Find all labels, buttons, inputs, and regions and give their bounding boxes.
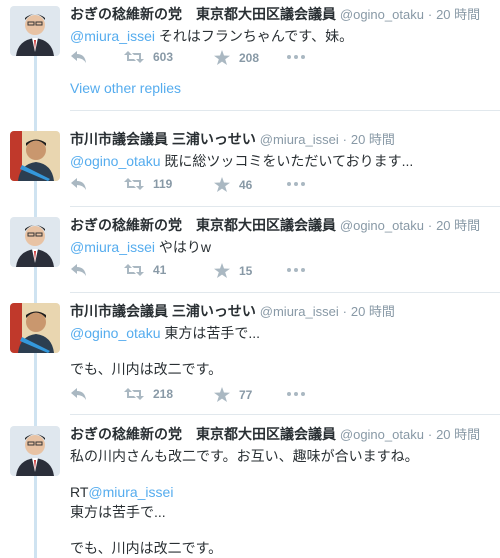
- author-name[interactable]: おぎの稔維新の党 東京都大田区議会議員: [70, 6, 336, 22]
- avatar-ogino[interactable]: [10, 426, 60, 476]
- timestamp[interactable]: 20 時間: [351, 304, 395, 319]
- mention-link[interactable]: @miura_issei: [88, 484, 173, 500]
- reply-icon: [71, 388, 86, 400]
- author-handle[interactable]: @ogino_otaku: [340, 7, 424, 22]
- more-button[interactable]: [286, 387, 306, 401]
- favorite-count: 15: [239, 263, 253, 278]
- author-name[interactable]: おぎの稔維新の党 東京都大田区議会議員: [70, 217, 336, 233]
- tweet-text-body: それはフランちゃんです、妹。: [155, 28, 354, 44]
- retweet-icon: [124, 388, 144, 400]
- retweet-button[interactable]: 119: [124, 177, 172, 191]
- divider: [70, 292, 500, 293]
- favorite-icon: [214, 177, 230, 192]
- quote-line: 東方は苦手で...: [70, 504, 166, 520]
- retweet-icon: [124, 264, 144, 276]
- avatar-miura[interactable]: [10, 303, 60, 353]
- tweet-text-line: でも、川内は改二です。: [70, 361, 223, 377]
- mention-link[interactable]: @miura_issei: [70, 28, 155, 44]
- reply-icon: [71, 51, 86, 63]
- retweet-count: 119: [153, 177, 173, 191]
- favorite-count: 208: [239, 50, 260, 65]
- retweet-icon: [124, 51, 144, 63]
- favorite-icon: [214, 263, 230, 278]
- reply-button[interactable]: [70, 50, 88, 64]
- tweet-header: おぎの稔維新の党 東京都大田区議会議員 @ogino_otaku · 20 時間: [70, 6, 481, 22]
- favorite-count: 46: [239, 177, 253, 192]
- tweet-header: おぎの稔維新の党 東京都大田区議会議員 @ogino_otaku · 20 時間: [70, 217, 481, 233]
- tweet-text-body: やはりw: [155, 239, 212, 255]
- divider: [70, 110, 500, 111]
- quote-line: でも、川内は改二です。: [70, 540, 223, 556]
- more-icon: [287, 55, 305, 59]
- more-icon: [287, 182, 305, 186]
- mention-link[interactable]: @ogino_otaku: [70, 325, 161, 341]
- favorite-icon: [214, 50, 230, 65]
- more-icon: [287, 392, 305, 396]
- more-button[interactable]: [286, 263, 306, 277]
- retweet-button[interactable]: 218: [124, 387, 173, 401]
- timestamp[interactable]: 20 時間: [436, 218, 480, 233]
- reply-button[interactable]: [70, 263, 88, 277]
- tweet-text: 私の川内さんも改二です。お互い、趣味が合いますね。: [70, 448, 419, 464]
- avatar-ogino[interactable]: [10, 6, 60, 56]
- more-button[interactable]: [286, 50, 306, 64]
- tweet-text: @miura_issei それはフランちゃんです、妹。: [70, 26, 494, 46]
- tweet-header: おぎの稔維新の党 東京都大田区議会議員 @ogino_otaku · 20 時間: [70, 426, 481, 442]
- view-other-replies-link[interactable]: View other replies: [70, 80, 181, 96]
- tweet-text-body: 既に総ツッコミをいただいております...: [160, 153, 414, 169]
- more-icon: [287, 268, 305, 272]
- favorite-button[interactable]: 77: [214, 387, 252, 402]
- author-name[interactable]: おぎの稔維新の党 東京都大田区議会議員: [70, 426, 336, 442]
- author-name[interactable]: 市川市議会議員 三浦いっせい: [70, 131, 256, 147]
- divider: [70, 206, 500, 207]
- author-handle[interactable]: @miura_issei: [260, 132, 339, 147]
- tweet-text: @ogino_otaku 東方は苦手で...: [70, 323, 494, 343]
- tweet-header: 市川市議会議員 三浦いっせい @miura_issei · 20 時間: [70, 303, 395, 319]
- tweet-text: @ogino_otaku 既に総ツッコミをいただいております...: [70, 151, 494, 171]
- retweet-button[interactable]: 41: [124, 263, 166, 277]
- avatar-miura[interactable]: [10, 131, 60, 181]
- reply-button[interactable]: [70, 177, 88, 191]
- tweet-text-body: 東方は苦手で...: [160, 325, 261, 341]
- mention-link[interactable]: @ogino_otaku: [70, 153, 161, 169]
- retweet-button[interactable]: 603: [124, 50, 173, 64]
- author-name[interactable]: 市川市議会議員 三浦いっせい: [70, 303, 256, 319]
- retweet-icon: [124, 178, 144, 190]
- author-handle[interactable]: @ogino_otaku: [340, 218, 424, 233]
- author-handle[interactable]: @miura_issei: [260, 304, 339, 319]
- favorite-count: 77: [239, 387, 253, 402]
- rt-prefix: RT: [70, 484, 89, 500]
- retweet-quote: RT@miura_issei: [70, 482, 494, 502]
- avatar-ogino[interactable]: [10, 217, 60, 267]
- favorite-button[interactable]: 208: [214, 50, 259, 65]
- timestamp[interactable]: 20 時間: [436, 7, 480, 22]
- author-handle[interactable]: @ogino_otaku: [340, 427, 424, 442]
- timestamp[interactable]: 20 時間: [436, 427, 480, 442]
- reply-icon: [71, 178, 86, 190]
- more-button[interactable]: [286, 177, 306, 191]
- retweet-count: 41: [153, 263, 167, 277]
- reply-button[interactable]: [70, 387, 88, 401]
- favorite-button[interactable]: 46: [214, 177, 252, 192]
- timestamp[interactable]: 20 時間: [351, 132, 395, 147]
- tweet-header: 市川市議会議員 三浦いっせい @miura_issei · 20 時間: [70, 131, 395, 147]
- divider: [70, 414, 500, 415]
- retweet-count: 218: [153, 387, 174, 401]
- favorite-icon: [214, 387, 230, 402]
- tweet-text: @miura_issei やはりw: [70, 237, 494, 257]
- reply-icon: [71, 264, 86, 276]
- favorite-button[interactable]: 15: [214, 263, 252, 278]
- retweet-count: 603: [153, 50, 174, 64]
- mention-link[interactable]: @miura_issei: [70, 239, 155, 255]
